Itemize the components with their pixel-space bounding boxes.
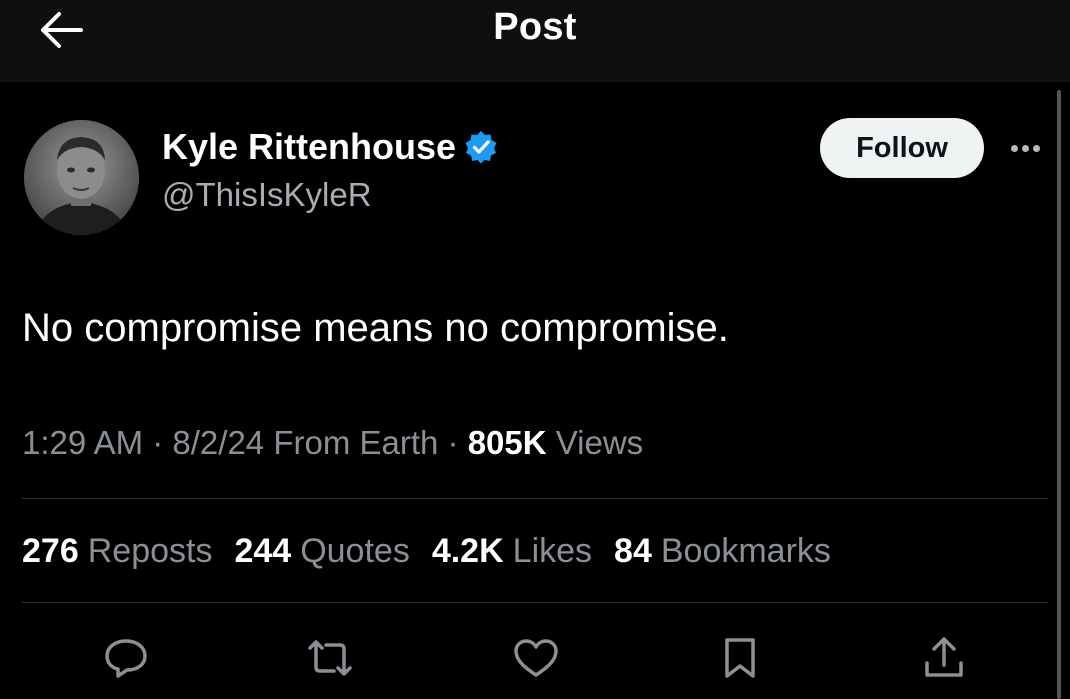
likes-label: Likes xyxy=(512,532,593,570)
quotes-count: 244 xyxy=(234,532,292,570)
likes-stat[interactable]: 4.2K Likes xyxy=(432,532,592,571)
engagement-stats: 276 Reposts 244 Quotes 4.2K Likes 84 Bookmar… xyxy=(22,532,831,571)
share-icon xyxy=(921,635,967,681)
like-icon xyxy=(512,636,560,680)
post-time[interactable]: 1:29 AM xyxy=(22,424,143,461)
quotes-label: Quotes xyxy=(300,532,410,570)
bookmark-icon xyxy=(718,635,762,681)
more-dot xyxy=(1032,144,1040,152)
reply-icon xyxy=(102,636,150,680)
reposts-count: 276 xyxy=(22,532,79,570)
likes-count: 4.2K xyxy=(431,532,504,570)
verified-badge-icon xyxy=(464,130,498,164)
more-dots-icon xyxy=(1010,144,1018,152)
meta-separator: · xyxy=(438,424,468,461)
share-button[interactable] xyxy=(914,630,974,686)
author-name-row[interactable]: Kyle Rittenhouse xyxy=(162,126,498,168)
scrollbar[interactable] xyxy=(1057,90,1061,699)
avatar[interactable] xyxy=(24,120,139,235)
reposts-label: Reposts xyxy=(87,532,213,570)
divider xyxy=(22,602,1048,603)
reply-button[interactable] xyxy=(96,630,156,686)
page-title: Post xyxy=(493,6,577,48)
quotes-stat[interactable]: 244 Quotes xyxy=(234,532,409,571)
views-count: 805K xyxy=(467,424,547,461)
like-button[interactable] xyxy=(506,630,566,686)
post-source: From Earth xyxy=(264,424,439,461)
meta-separator: · xyxy=(143,424,173,461)
bookmarks-label: Bookmarks xyxy=(660,532,831,570)
post-date[interactable]: 8/2/24 xyxy=(172,424,264,461)
bookmarks-count: 84 xyxy=(614,532,652,570)
follow-button[interactable]: Follow xyxy=(820,118,984,178)
post-meta: 1:29 AM · 8/2/24 From Earth · 805K Views xyxy=(22,424,643,462)
post-text: No compromise means no compromise. xyxy=(22,306,729,350)
more-options-button[interactable] xyxy=(1002,130,1048,166)
repost-icon xyxy=(304,636,356,680)
action-bar xyxy=(0,630,1070,686)
divider xyxy=(22,498,1048,499)
bookmarks-stat[interactable]: 84 Bookmarks xyxy=(614,532,831,571)
top-bar: Post xyxy=(0,0,1070,82)
author-name[interactable]: Kyle Rittenhouse xyxy=(162,126,456,168)
reposts-stat[interactable]: 276 Reposts xyxy=(22,532,212,571)
author-handle[interactable]: @ThisIsKyleR xyxy=(162,176,372,214)
bookmark-button[interactable] xyxy=(710,630,770,686)
repost-button[interactable] xyxy=(300,630,360,686)
views-label: Views xyxy=(546,424,644,461)
more-dot xyxy=(1021,144,1029,152)
